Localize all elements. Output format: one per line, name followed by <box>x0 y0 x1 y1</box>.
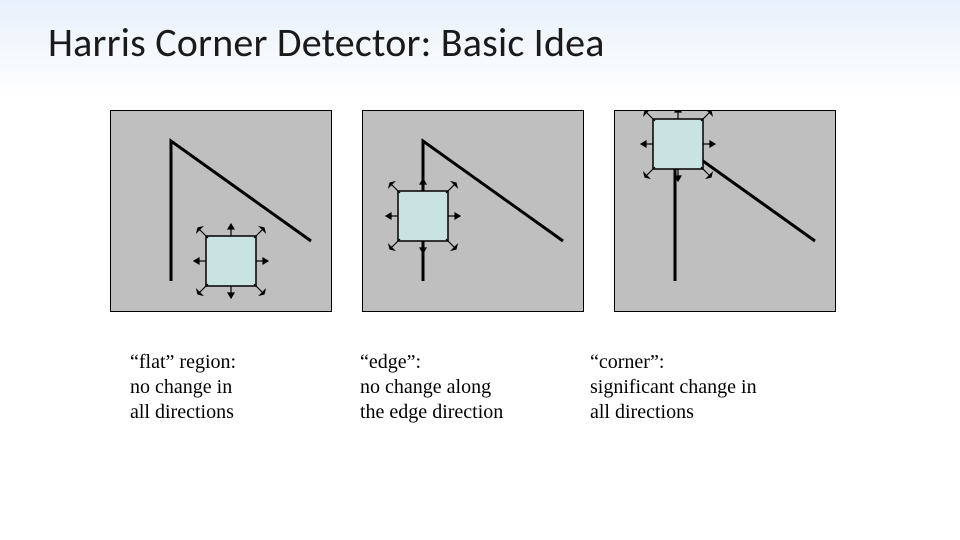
panel-edge <box>362 110 584 312</box>
caption-flat-line3: all directions <box>130 400 360 425</box>
caption-flat: “flat” region: no change in all directio… <box>130 350 360 425</box>
panel-corner-svg <box>615 111 835 311</box>
caption-edge: “edge”: no change along the edge directi… <box>360 350 590 425</box>
slide-root: Harris Corner Detector: Basic Idea <box>0 0 960 540</box>
caption-flat-label: “flat” region: <box>130 350 360 375</box>
window-rect <box>653 119 703 169</box>
caption-flat-line2: no change in <box>130 375 360 400</box>
captions-row: “flat” region: no change in all directio… <box>130 350 890 425</box>
window-rect <box>398 191 448 241</box>
panel-flat <box>110 110 332 312</box>
caption-edge-line3: the edge direction <box>360 400 590 425</box>
window-corner <box>641 111 715 181</box>
slide-title: Harris Corner Detector: Basic Idea <box>48 18 605 67</box>
window-flat <box>194 224 268 298</box>
panel-corner <box>614 110 836 312</box>
caption-corner-line2: significant change in <box>590 375 890 400</box>
panel-edge-svg <box>363 111 583 311</box>
window-rect <box>206 236 256 286</box>
caption-corner-line3: all directions <box>590 400 890 425</box>
caption-edge-label: “edge”: <box>360 350 590 375</box>
panels-row <box>110 110 836 312</box>
caption-corner-label: “corner”: <box>590 350 890 375</box>
caption-edge-line2: no change along <box>360 375 590 400</box>
caption-corner: “corner”: significant change in all dire… <box>590 350 890 425</box>
panel-flat-svg <box>111 111 331 311</box>
window-edge <box>386 179 460 253</box>
